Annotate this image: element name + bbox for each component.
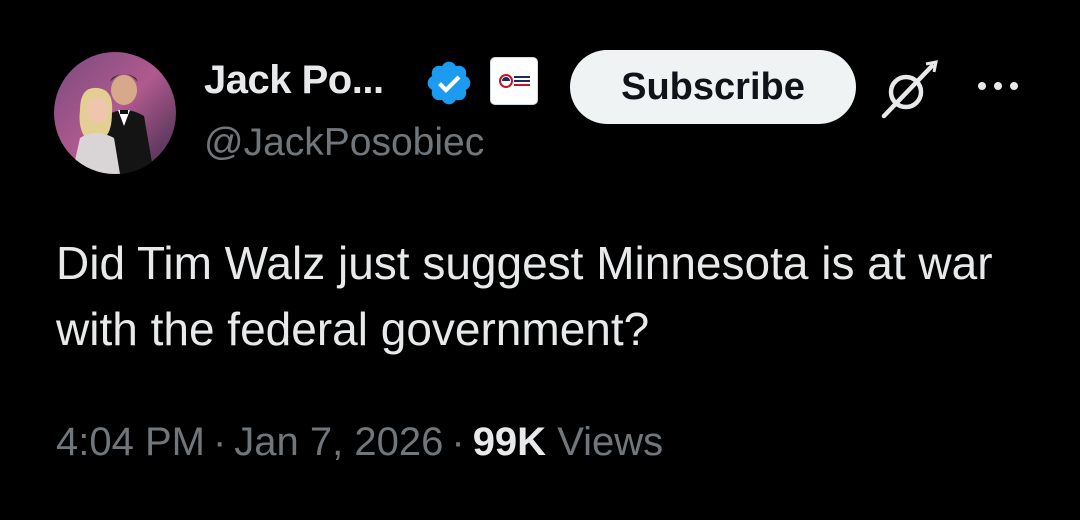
avatar-photo: [54, 52, 176, 174]
more-dots-icon[interactable]: [970, 66, 1026, 106]
affiliate-logo-icon[interactable]: [490, 57, 538, 105]
tweet-meta: 4:04 PM · Jan 7, 2026 · 99K Views: [56, 420, 663, 465]
meta-separator: ·: [451, 420, 465, 464]
tweet-card: Jack Po... @JackPosobiec Subscribe Did T…: [0, 0, 1080, 520]
grok-icon[interactable]: [876, 58, 940, 122]
verified-badge-icon[interactable]: [424, 58, 474, 108]
avatar[interactable]: [54, 52, 176, 174]
meta-separator: ·: [212, 420, 227, 464]
tweet-date[interactable]: Jan 7, 2026: [234, 420, 443, 464]
views-label: Views: [557, 420, 664, 464]
author-display-name[interactable]: Jack Po...: [204, 58, 384, 103]
author-handle[interactable]: @JackPosobiec: [204, 121, 484, 165]
tweet-time[interactable]: 4:04 PM: [56, 420, 205, 464]
subscribe-button[interactable]: Subscribe: [570, 50, 856, 124]
tweet-text: Did Tim Walz just suggest Minnesota is a…: [56, 237, 993, 355]
views-count[interactable]: 99K: [473, 420, 546, 464]
